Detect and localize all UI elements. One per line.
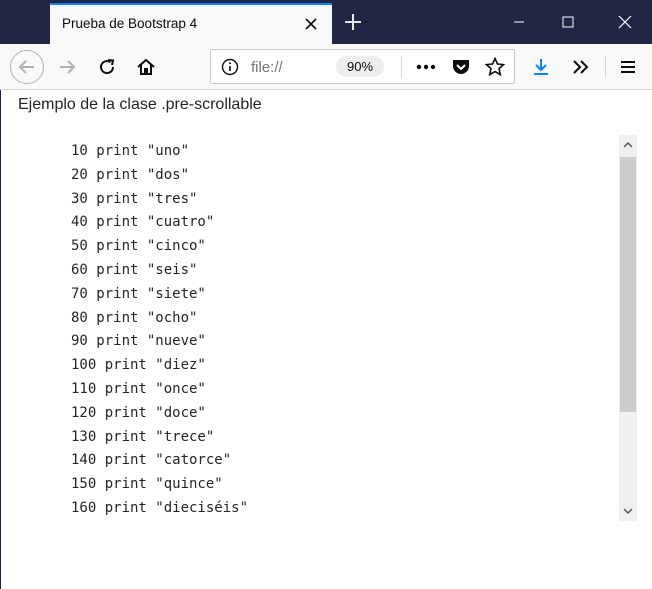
minimize-icon (514, 21, 524, 23)
code-line: 140 print "catorce" (71, 452, 232, 469)
code-line: 150 print "quince" (71, 476, 223, 493)
close-tab-icon[interactable] (298, 11, 324, 37)
forward-button[interactable] (51, 51, 83, 83)
arrow-left-icon (18, 60, 34, 74)
code-line: 30 print "tres" (71, 190, 198, 207)
toolbar-separator (605, 56, 606, 78)
hamburger-menu-icon (621, 61, 635, 73)
reload-icon (100, 59, 115, 75)
chevron-up-icon (623, 142, 633, 148)
home-icon (137, 58, 155, 75)
new-tab-button[interactable] (338, 8, 368, 36)
reload-button[interactable] (91, 51, 123, 83)
chevron-double-right-icon (573, 60, 589, 74)
scroll-up-button[interactable] (619, 135, 637, 155)
vertical-scrollbar[interactable] (619, 135, 637, 521)
minimize-button[interactable] (496, 0, 542, 44)
scroll-down-button[interactable] (619, 501, 637, 521)
close-icon (618, 15, 632, 29)
page-heading: Ejemplo de la clase .pre-scrollable (18, 96, 262, 113)
code-line: 50 print "cinco" (71, 238, 206, 255)
code-line: 40 print "cuatro" (71, 214, 215, 231)
code-line: 130 print "trece" (71, 428, 215, 445)
close-window-button[interactable] (602, 0, 648, 44)
plus-icon (345, 14, 361, 30)
code-content: 10 print "uno" 20 print "dos" 30 print "… (71, 140, 248, 521)
home-button[interactable] (130, 51, 162, 83)
pocket-icon[interactable] (451, 57, 471, 82)
maximize-button[interactable] (545, 0, 591, 44)
bookmark-star-icon[interactable] (484, 56, 506, 82)
code-line: 160 print "dieciséis" (71, 499, 249, 516)
scrollbar-thumb[interactable] (620, 157, 636, 412)
code-line: 120 print "doce" (71, 404, 206, 421)
code-line: 80 print "ocho" (71, 309, 198, 326)
page-actions-icon[interactable] (415, 57, 437, 82)
maximize-icon (562, 16, 574, 28)
downloads-button[interactable] (525, 51, 557, 83)
address-bar[interactable]: file:// 90% (210, 49, 515, 84)
arrow-right-icon (60, 60, 76, 74)
code-line: 10 print "uno" (71, 143, 190, 159)
pre-scrollable-block[interactable]: 10 print "uno" 20 print "dos" 30 print "… (0, 135, 637, 521)
url-separator (401, 56, 402, 78)
code-line: 70 print "siete" (71, 285, 206, 302)
back-button[interactable] (10, 50, 44, 84)
overflow-button[interactable] (565, 51, 597, 83)
url-text[interactable]: file:// (251, 59, 283, 76)
zoom-indicator[interactable]: 90% (336, 56, 384, 77)
download-icon (534, 59, 548, 75)
browser-tab[interactable]: Prueba de Bootstrap 4 (50, 3, 332, 44)
code-line: 110 print "once" (71, 380, 206, 397)
window-border (0, 90, 1, 589)
code-line: 20 print "dos" (71, 166, 190, 183)
navigation-toolbar: file:// 90% (0, 44, 652, 90)
title-bar: Prueba de Bootstrap 4 (0, 0, 652, 44)
tab-title: Prueba de Bootstrap 4 (62, 16, 198, 31)
chevron-down-icon (623, 508, 633, 514)
code-line: 100 print "diez" (71, 357, 206, 374)
info-icon[interactable] (221, 58, 239, 81)
code-line: 90 print "nueve" (71, 333, 206, 350)
code-line: 60 print "seis" (71, 261, 198, 278)
menu-button[interactable] (612, 51, 644, 83)
